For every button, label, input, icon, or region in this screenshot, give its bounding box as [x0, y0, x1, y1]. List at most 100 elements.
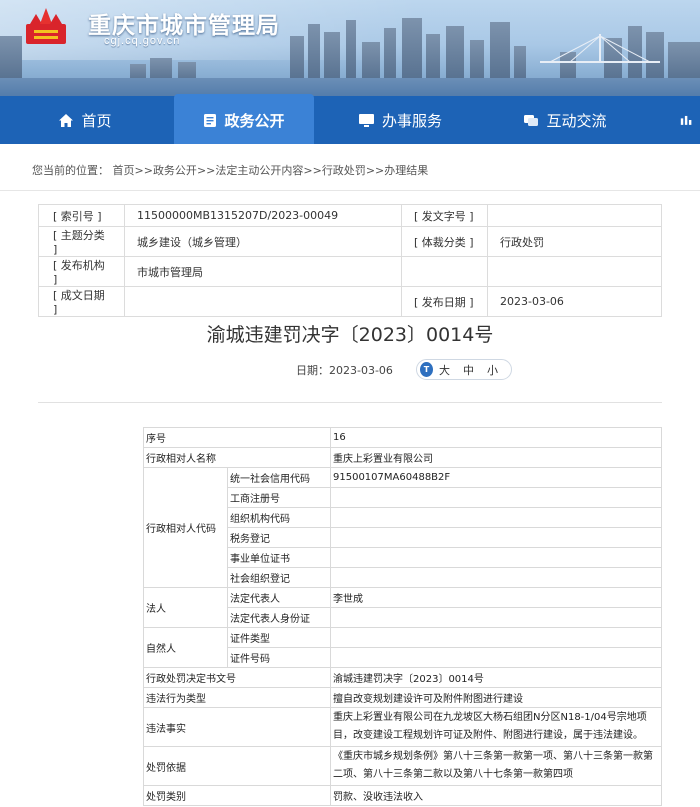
emblem-icon	[26, 8, 66, 44]
table-row: 序号 16	[143, 427, 662, 448]
field-sublabel: 税务登记	[227, 527, 331, 548]
field-value: 李世成	[330, 587, 662, 608]
font-size-control: T 大 中 小	[416, 359, 512, 380]
field-value: 重庆上彩置业有限公司在九龙坡区大杨石组团N分区N18-1/04号宗地项目，改变建…	[330, 707, 662, 747]
penalty-details-table: 序号 16 行政相对人名称 重庆上彩置业有限公司 行政相对人代码 统一社会信用代…	[143, 427, 662, 806]
field-value: 《重庆市城乡规划条例》第八十三条第一款第一项、第八十三条第一款第二项、第八十三条…	[330, 746, 662, 786]
field-value	[330, 647, 662, 668]
breadcrumb-separator: >>	[303, 164, 322, 177]
table-row: 处罚依据 《重庆市城乡规划条例》第八十三条第一款第一项、第八十三条第一款第二项、…	[143, 746, 662, 786]
field-label: 序号	[143, 427, 331, 448]
breadcrumb-prefix: 您当前的位置：	[32, 164, 109, 177]
meta-label: [ 发布日期 ]	[401, 286, 488, 317]
field-label: 行政相对人代码	[143, 467, 228, 588]
table-row: 行政处罚决定书文号 渝城违建罚决字〔2023〕0014号	[143, 667, 662, 688]
field-label: 自然人	[143, 627, 228, 668]
meta-value: 行政处罚	[487, 226, 662, 257]
field-sublabel: 事业单位证书	[227, 547, 331, 568]
field-label: 处罚依据	[143, 746, 331, 786]
meta-row: [ 成文日期 ] [ 发布日期 ] 2023-03-06	[38, 286, 662, 317]
meta-label: [ 索引号 ]	[38, 204, 125, 227]
breadcrumb-separator: >>	[365, 164, 385, 177]
field-value	[330, 527, 662, 548]
meta-label: [ 发文字号 ]	[401, 204, 488, 227]
nav-government-affairs[interactable]: 政务公开	[174, 94, 314, 146]
field-label: 处罚类别	[143, 785, 331, 806]
field-value: 渝城违建罚决字〔2023〕0014号	[330, 667, 662, 688]
field-value: 罚款、没收违法收入	[330, 785, 662, 806]
field-label: 违法事实	[143, 707, 331, 747]
table-row: 行政相对人代码 统一社会信用代码 91500107MA60488B2F	[143, 467, 662, 588]
nav-government-affairs-label: 政务公开	[224, 111, 285, 130]
nav-services[interactable]: 办事服务	[345, 96, 455, 144]
nav-interaction[interactable]: 互动交流	[510, 96, 620, 144]
chat-icon	[524, 114, 539, 126]
font-size-medium[interactable]: 中	[463, 362, 474, 378]
table-row: 违法事实 重庆上彩置业有限公司在九龙坡区大杨石组团N分区N18-1/04号宗地项…	[143, 707, 662, 747]
meta-row: [ 索引号 ] 11500000MB1315207D/2023-00049 [ …	[38, 204, 662, 227]
meta-value: 城乡建设（城乡管理）	[124, 226, 402, 257]
main-nav: 首页 政务公开 办事服务 互动交流	[0, 94, 700, 146]
document-date: 日期：2023-03-06	[296, 362, 393, 378]
field-value: 擅自改变规划建设许可及附件附图进行建设	[330, 687, 662, 708]
field-sublabel: 工商注册号	[227, 487, 331, 508]
breadcrumb-government-affairs[interactable]: 政务公开	[153, 164, 197, 177]
field-label: 行政处罚决定书文号	[143, 667, 331, 688]
table-row: 行政相对人名称 重庆上彩置业有限公司	[143, 447, 662, 468]
nav-home[interactable]: 首页	[30, 96, 140, 144]
table-row: 自然人 证件类型	[143, 627, 662, 668]
site-url: cgj.cq.gov.cn	[104, 35, 181, 47]
document-title: 渝城违建罚决字〔2023〕0014号	[206, 324, 494, 346]
home-icon	[59, 113, 74, 127]
table-row: 违法行为类型 擅自改变规划建设许可及附件附图进行建设	[143, 687, 662, 708]
field-value	[330, 567, 662, 588]
nav-more[interactable]	[680, 96, 700, 144]
divider	[38, 402, 662, 403]
meta-label: [ 主题分类 ]	[38, 226, 125, 257]
field-value: 重庆上彩置业有限公司	[330, 447, 662, 468]
meta-row: [ 发布机构 ] 市城市管理局	[38, 256, 662, 287]
field-value	[330, 487, 662, 508]
meta-label: [ 发布机构 ]	[38, 256, 125, 287]
meta-row: [ 主题分类 ] 城乡建设（城乡管理） [ 体裁分类 ] 行政处罚	[38, 226, 662, 257]
field-value	[330, 607, 662, 628]
meta-value: 2023-03-06	[487, 286, 662, 317]
field-sublabel: 统一社会信用代码	[227, 467, 331, 488]
meta-value	[124, 286, 402, 317]
monitor-icon	[358, 113, 374, 127]
document-icon	[204, 113, 217, 127]
field-sublabel: 社会组织登记	[227, 567, 331, 588]
field-value	[330, 507, 662, 528]
meta-label: [ 体裁分类 ]	[401, 226, 488, 257]
breadcrumb-statutory-content[interactable]: 法定主动公开内容	[215, 164, 303, 177]
chart-icon	[680, 115, 692, 125]
breadcrumb-penalty[interactable]: 行政处罚	[322, 164, 366, 177]
field-label: 行政相对人名称	[143, 447, 331, 468]
date-value: 2023-03-06	[329, 364, 393, 377]
font-size-small[interactable]: 小	[487, 362, 498, 378]
field-label: 违法行为类型	[143, 687, 331, 708]
field-sublabel: 证件类型	[227, 627, 331, 648]
field-sublabel: 法定代表人	[227, 587, 331, 608]
document-meta-table: [ 索引号 ] 11500000MB1315207D/2023-00049 [ …	[38, 204, 662, 317]
table-row: 法人 法定代表人 李世成	[143, 587, 662, 628]
nav-services-label: 办事服务	[381, 111, 442, 130]
breadcrumb-home[interactable]: 首页	[113, 164, 135, 177]
field-value	[330, 627, 662, 648]
field-value: 16	[330, 427, 662, 448]
date-label: 日期：	[296, 364, 329, 377]
field-value	[330, 547, 662, 568]
font-size-large[interactable]: 大	[439, 362, 450, 378]
meta-value	[487, 204, 662, 227]
font-size-icon: T	[420, 362, 433, 377]
breadcrumb-separator: >>	[134, 164, 153, 177]
nav-interaction-label: 互动交流	[546, 111, 607, 130]
field-sublabel: 组织机构代码	[227, 507, 331, 528]
meta-value: 市城市管理局	[124, 256, 402, 287]
bridge-icon	[540, 34, 660, 63]
field-sublabel: 证件号码	[227, 647, 331, 668]
breadcrumb-separator: >>	[196, 164, 216, 177]
meta-value	[487, 256, 662, 287]
breadcrumb-result[interactable]: 办理结果	[384, 164, 428, 177]
breadcrumb-bar: 您当前的位置： 首页>>政务公开>>法定主动公开内容>>行政处罚>>办理结果	[0, 144, 700, 191]
